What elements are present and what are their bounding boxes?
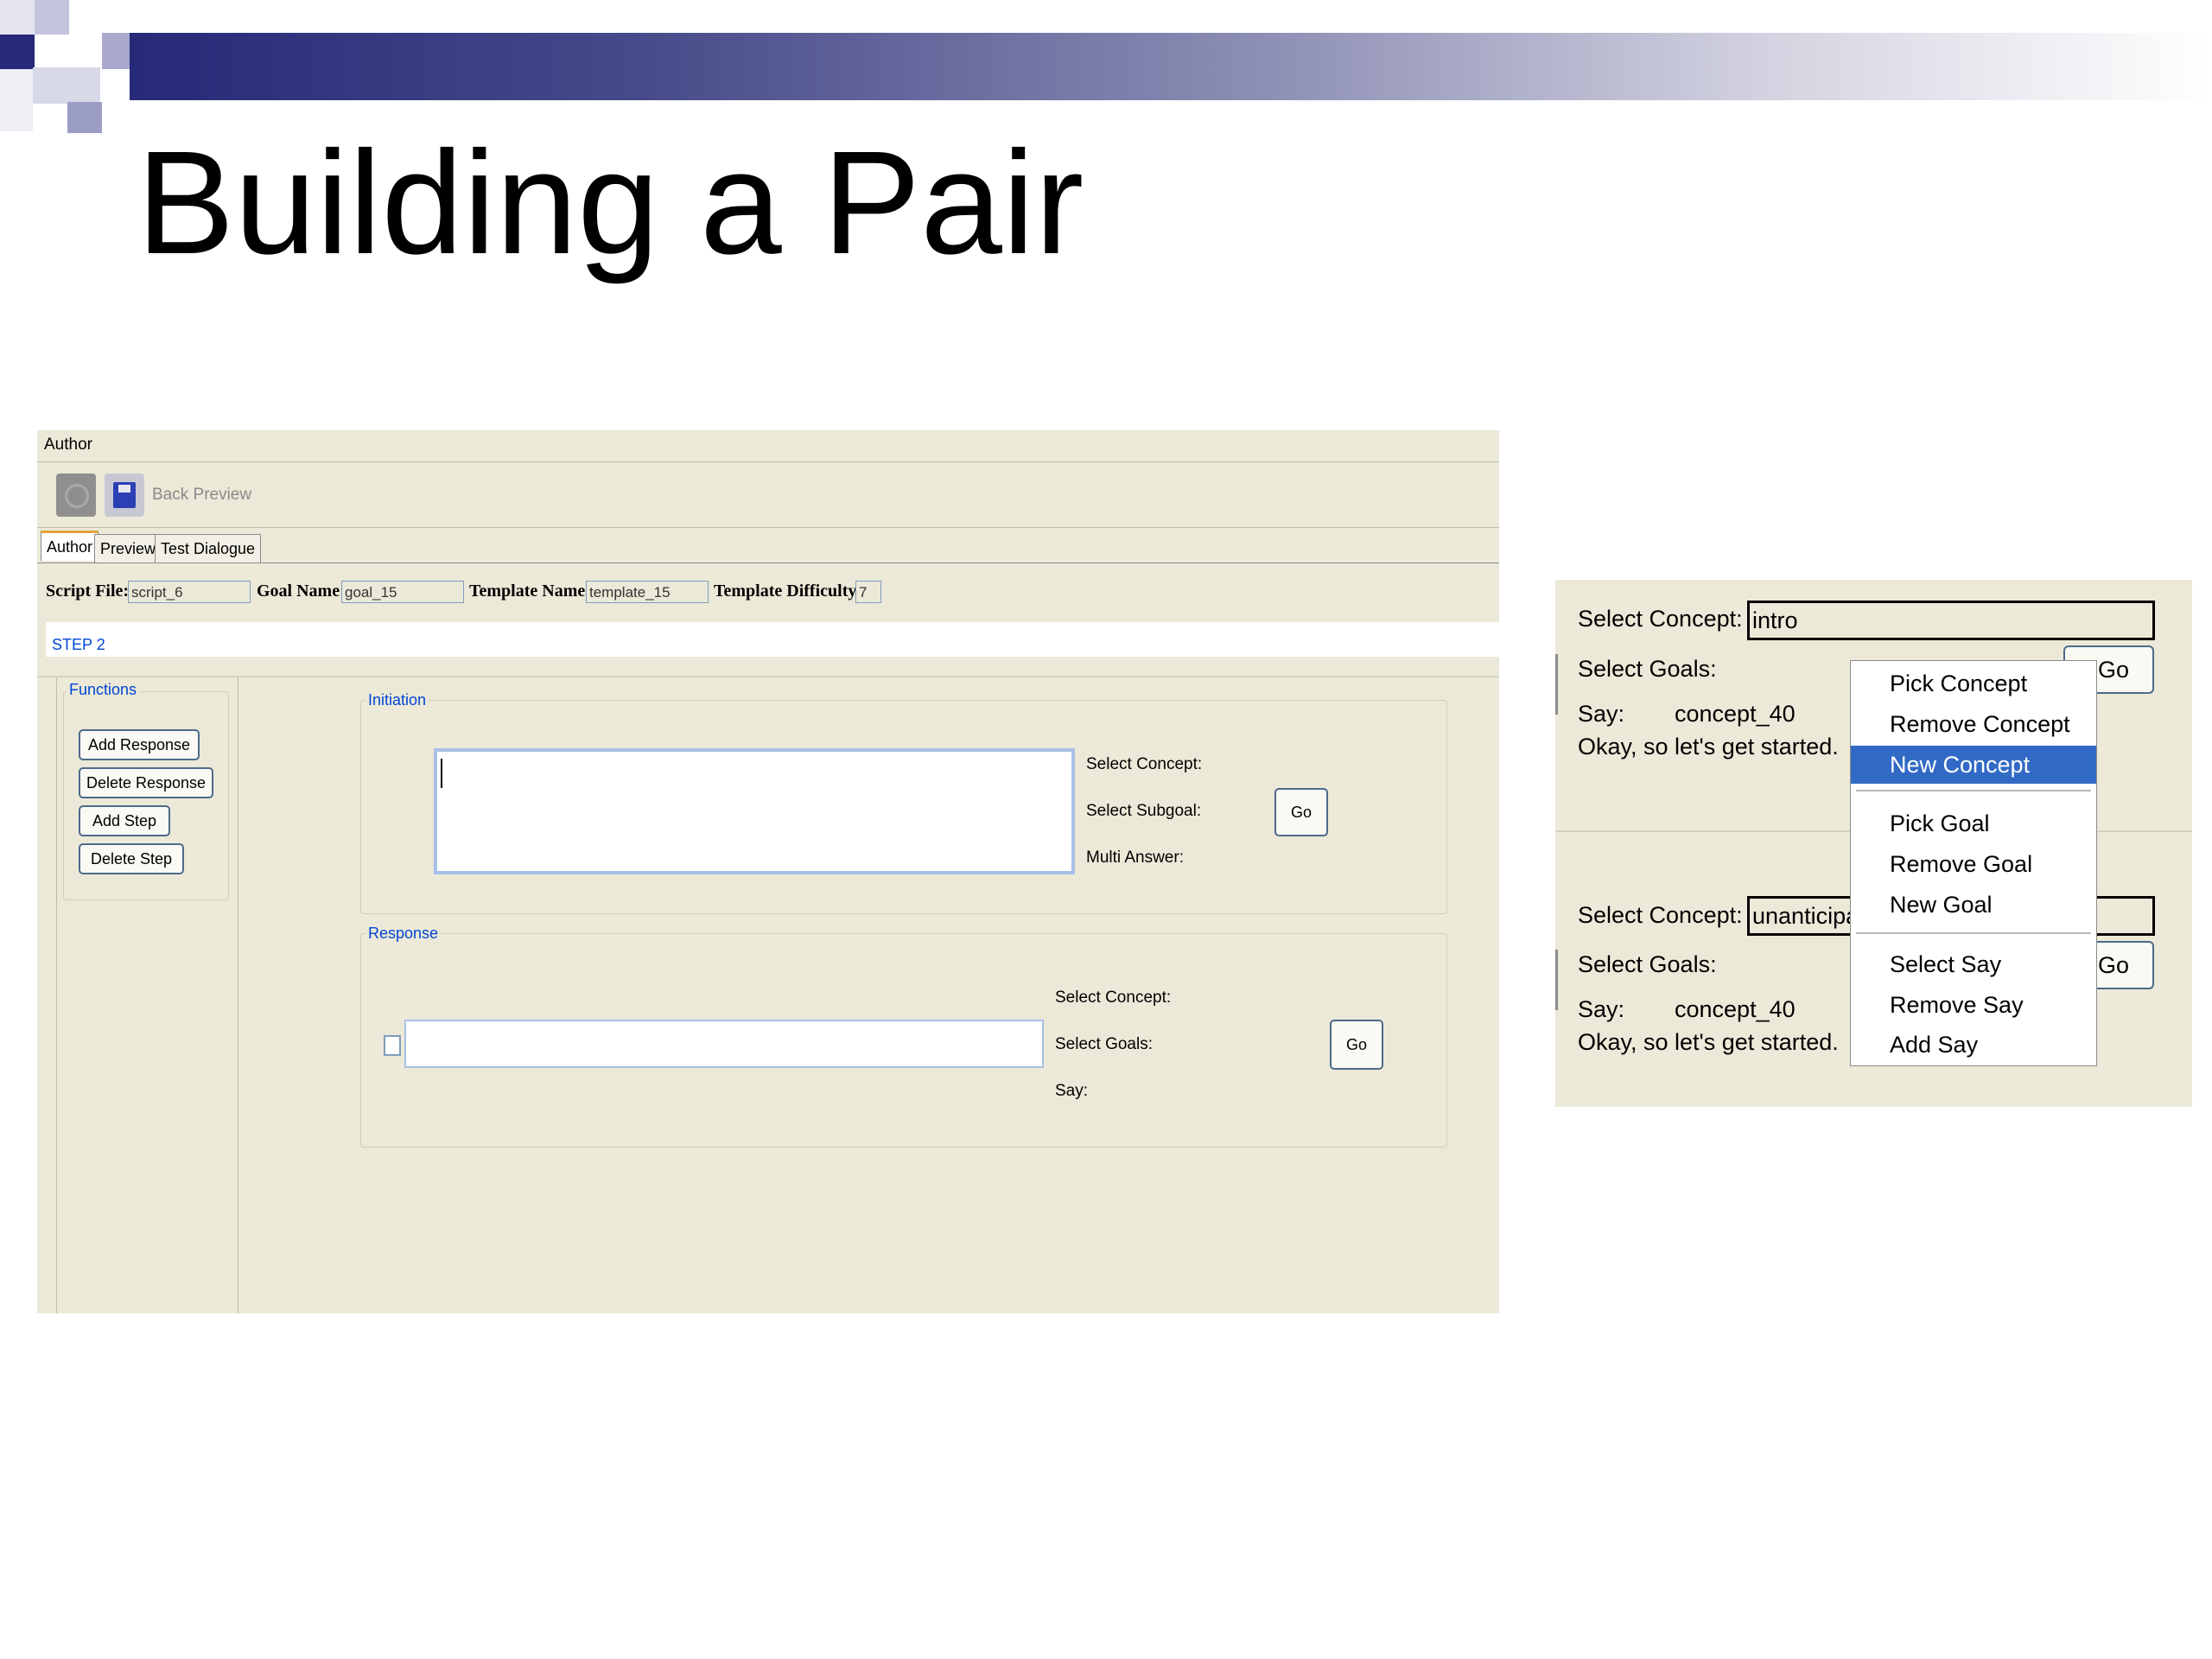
step-label: STEP 2 xyxy=(49,636,108,654)
script-file-label: Script File: xyxy=(46,582,130,601)
tab-author[interactable]: Author xyxy=(41,531,99,561)
response-checkbox[interactable] xyxy=(384,1035,401,1056)
bottom-left-edge xyxy=(1555,950,1558,1010)
author-window-screenshot: Author Back Preview Author Preview Test … xyxy=(37,430,1499,1313)
menu-item-select-say[interactable]: Select Say xyxy=(1851,945,2096,983)
top-select-concept-label: Select Concept: xyxy=(1578,606,1743,632)
step-panel xyxy=(46,622,1499,657)
add-step-button[interactable]: Add Step xyxy=(79,805,170,836)
initiation-select-subgoal-label: Select Subgoal: xyxy=(1086,802,1202,820)
menu-item-pick-concept[interactable]: Pick Concept xyxy=(1851,664,2096,702)
title-banner xyxy=(130,33,2212,100)
bottom-say-text: Okay, so let's get started. xyxy=(1578,1029,1839,1055)
top-say-text: Okay, so let's get started. xyxy=(1578,734,1839,760)
goal-name-field[interactable]: goal_15 xyxy=(341,581,464,603)
script-file-field[interactable]: script_6 xyxy=(128,581,251,603)
back-arrow-icon xyxy=(65,484,89,508)
bottom-select-concept-label: Select Concept: xyxy=(1578,902,1743,928)
menu-item-add-say[interactable]: Add Say xyxy=(1851,1026,2096,1064)
template-difficulty-label: Template Difficulty: xyxy=(714,582,863,601)
add-response-button[interactable]: Add Response xyxy=(79,729,200,760)
menu-separator xyxy=(1856,932,2091,934)
slide-title: Building a Pair xyxy=(137,121,1084,285)
top-select-concept-input[interactable]: intro xyxy=(1747,601,2155,640)
functions-column-border xyxy=(56,677,57,1313)
initiation-multi-answer-label: Multi Answer: xyxy=(1086,849,1184,867)
back-button[interactable] xyxy=(56,474,96,517)
template-name-label: Template Name: xyxy=(469,582,591,601)
menu-item-remove-goal[interactable]: Remove Goal xyxy=(1851,845,2096,883)
save-button[interactable] xyxy=(105,474,144,517)
toolbar-divider xyxy=(37,527,1499,528)
bottom-select-goals-label: Select Goals: xyxy=(1578,951,1717,977)
menu-item-remove-concept[interactable]: Remove Concept xyxy=(1851,705,2096,743)
title-divider xyxy=(37,461,1499,462)
top-left-edge xyxy=(1555,654,1558,715)
window-title: Author xyxy=(44,435,92,454)
initiation-legend: Initiation xyxy=(365,691,429,709)
top-select-goals-label: Select Goals: xyxy=(1578,656,1717,682)
response-select-goals-label: Select Goals: xyxy=(1055,1035,1153,1053)
delete-response-button[interactable]: Delete Response xyxy=(79,767,213,798)
back-preview-label[interactable]: Back Preview xyxy=(152,486,251,505)
menu-separator xyxy=(1856,790,2091,791)
response-legend: Response xyxy=(365,925,442,943)
top-say-label: Say: xyxy=(1578,701,1625,727)
menu-item-pick-goal[interactable]: Pick Goal xyxy=(1851,804,2096,842)
tab-preview[interactable]: Preview xyxy=(94,534,162,563)
functions-legend: Functions xyxy=(67,681,140,699)
template-name-field[interactable]: template_15 xyxy=(586,581,709,603)
tab-test-dialogue[interactable]: Test Dialogue xyxy=(155,534,262,563)
response-select-concept-label: Select Concept: xyxy=(1055,988,1172,1007)
menu-item-new-goal[interactable]: New Goal xyxy=(1851,886,2096,924)
initiation-go-button[interactable]: Go xyxy=(1274,788,1328,836)
menu-item-new-concept[interactable]: New Concept xyxy=(1851,746,2096,784)
concept-panel-screenshot: Select Concept: intro Select Goals: Go S… xyxy=(1555,580,2192,1107)
menu-item-remove-say[interactable]: Remove Say xyxy=(1851,986,2096,1024)
goal-name-label: Goal Name: xyxy=(257,582,346,601)
initiation-select-concept-label: Select Concept: xyxy=(1086,755,1203,773)
response-say-label: Say: xyxy=(1055,1082,1089,1100)
template-difficulty-field[interactable]: 7 xyxy=(855,581,881,603)
step-divider xyxy=(37,676,1499,677)
floppy-disk-icon xyxy=(113,482,136,508)
bottom-say-label: Say: xyxy=(1578,996,1625,1022)
delete-step-button[interactable]: Delete Step xyxy=(79,843,184,874)
initiation-text-area[interactable] xyxy=(434,748,1075,874)
bottom-say-value: concept_40 xyxy=(1675,996,1796,1022)
response-text-input[interactable] xyxy=(404,1020,1044,1068)
context-menu: Pick Concept Remove Concept New Concept … xyxy=(1850,660,2097,1066)
text-caret xyxy=(441,759,442,788)
top-say-value: concept_40 xyxy=(1675,701,1796,727)
response-go-button[interactable]: Go xyxy=(1330,1020,1383,1070)
